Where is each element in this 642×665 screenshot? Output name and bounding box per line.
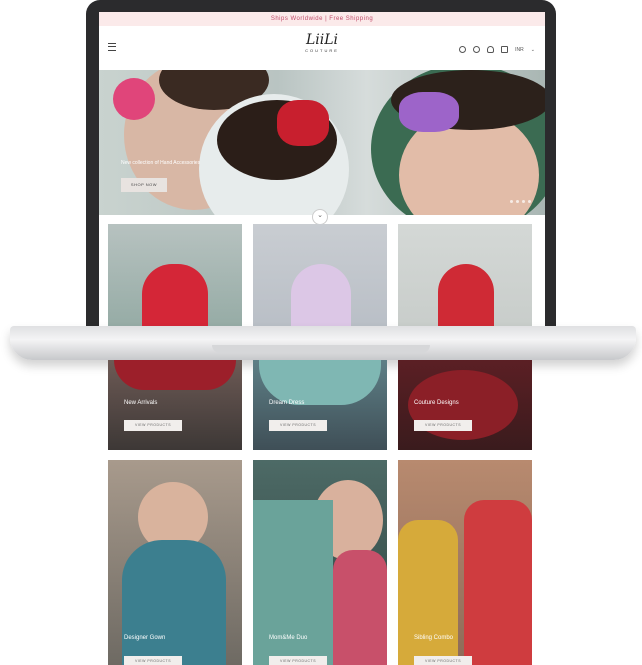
menu-icon[interactable]	[108, 43, 116, 51]
carousel-dot[interactable]	[522, 200, 525, 203]
website-screen: Ships Worldwide | Free Shipping LiiLi CO…	[99, 12, 545, 348]
teal-gown-image	[122, 540, 226, 665]
tile-label: Designer Gown	[124, 635, 166, 641]
tile-label: Mom&Me Duo	[269, 635, 308, 641]
trackpad-notch	[212, 345, 430, 353]
butterfly-accessory-icon	[399, 92, 459, 132]
yellow-dress-image	[398, 520, 458, 665]
logo-subtext: COUTURE	[305, 48, 339, 53]
view-products-button[interactable]: VIEW PRODUCTS	[124, 656, 182, 665]
site-logo[interactable]: LiiLi COUTURE	[305, 32, 339, 53]
collection-tile-sibling-combo[interactable]: Sibling Combo VIEW PRODUCTS	[398, 460, 532, 665]
tile-label: Dream Dress	[269, 400, 305, 406]
collection-tile-designer-gown[interactable]: Designer Gown VIEW PRODUCTS	[108, 460, 242, 665]
header-icons: INR ⌄	[459, 46, 535, 53]
view-products-button[interactable]: VIEW PRODUCTS	[414, 656, 472, 665]
bow-accessory-icon	[277, 100, 329, 146]
red-dress-image	[464, 500, 532, 665]
dress-skirt-image	[114, 360, 236, 390]
collection-tile-new-arrivals-lower[interactable]: New Arrivals VIEW PRODUCTS	[108, 360, 242, 450]
collection-tile-mom-me-duo[interactable]: Mom&Me Duo VIEW PRODUCTS	[253, 460, 387, 665]
scroll-down-icon[interactable]: ⌄	[312, 209, 328, 225]
flower-accessory-icon	[113, 78, 155, 120]
search-icon[interactable]	[473, 46, 481, 53]
laptop-base	[10, 326, 636, 360]
tile-label: New Arrivals	[124, 400, 158, 406]
tile-label: Couture Designs	[414, 400, 459, 406]
chevron-down-icon[interactable]: ⌄	[531, 47, 535, 53]
wishlist-icon[interactable]	[487, 46, 495, 53]
shop-now-button[interactable]: SHOP NOW	[121, 178, 167, 192]
carousel-dot[interactable]	[528, 200, 531, 203]
cart-icon[interactable]	[501, 46, 509, 53]
hero-banner[interactable]: New collection of Hand Accessories SHOP …	[99, 70, 545, 215]
account-icon[interactable]	[459, 46, 467, 53]
currency-selector[interactable]: INR	[515, 47, 524, 53]
collection-tile-couture-designs-lower[interactable]: Couture Designs VIEW PRODUCTS	[398, 360, 532, 450]
hero-caption: New collection of Hand Accessories	[121, 160, 201, 166]
collection-tile-dream-dress-lower[interactable]: Dream Dress VIEW PRODUCTS	[253, 360, 387, 450]
view-products-button[interactable]: VIEW PRODUCTS	[269, 656, 327, 665]
view-products-button[interactable]: VIEW PRODUCTS	[124, 420, 182, 431]
carousel-dot[interactable]	[510, 200, 513, 203]
child-dress-image	[333, 550, 387, 665]
view-products-button[interactable]: VIEW PRODUCTS	[414, 420, 472, 431]
tile-label: Sibling Combo	[414, 635, 454, 641]
carousel-dot[interactable]	[516, 200, 519, 203]
site-header: LiiLi COUTURE INR ⌄	[99, 26, 545, 70]
carousel-dots[interactable]	[510, 200, 531, 203]
view-products-button[interactable]: VIEW PRODUCTS	[269, 420, 327, 431]
tulle-skirt-image	[259, 360, 381, 405]
logo-text: LiiLi	[305, 32, 339, 48]
announcement-bar: Ships Worldwide | Free Shipping	[99, 12, 545, 26]
